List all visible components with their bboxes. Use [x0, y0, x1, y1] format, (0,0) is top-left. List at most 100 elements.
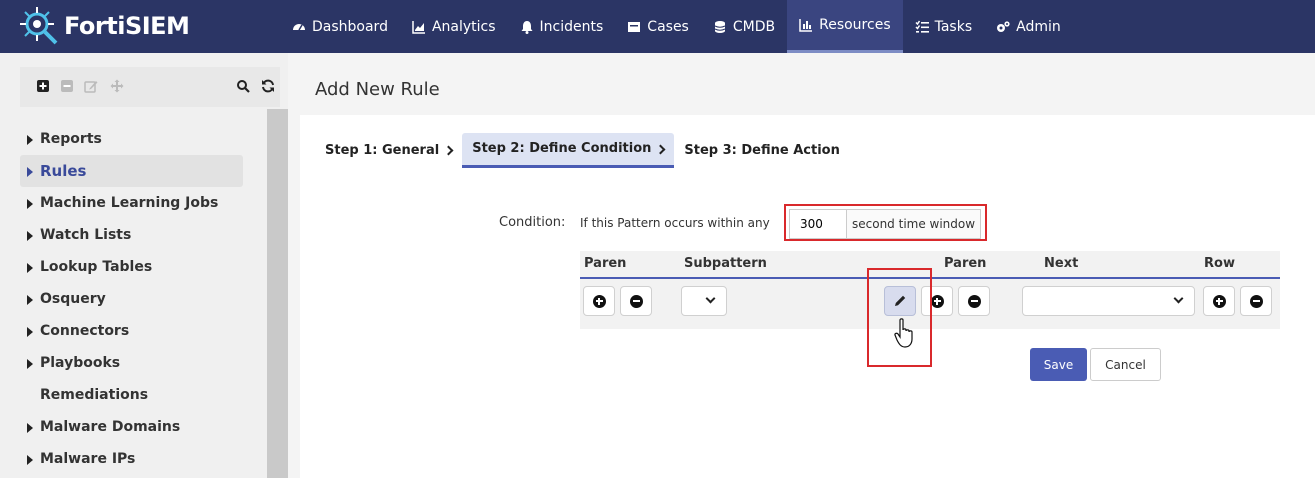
remove-row-button[interactable]: [1240, 286, 1272, 316]
caret-right-icon: [27, 327, 33, 337]
sidebar-item-label: Osquery: [40, 291, 106, 307]
page-header: Add New Rule: [300, 53, 1315, 115]
caret-right-icon: [27, 295, 33, 305]
sidebar-item-label: Watch Lists: [40, 227, 132, 243]
nav-resources[interactable]: Resources: [787, 0, 903, 53]
sidebar-toolbar: [20, 67, 280, 107]
cancel-button[interactable]: Cancel: [1090, 348, 1161, 381]
tasks-icon: [915, 20, 929, 33]
save-button[interactable]: Save: [1030, 348, 1087, 381]
sidebar-item-malware-domains[interactable]: Malware Domains: [20, 411, 243, 443]
subpattern-select[interactable]: [681, 286, 727, 316]
sidebar: Reports Rules Machine Learning Jobs Watc…: [0, 53, 288, 478]
caret-right-icon: [27, 455, 33, 465]
app-name: FortiSIEM: [64, 12, 190, 40]
chevron-down-icon: [705, 293, 716, 304]
step-label: Step 3: Define Action: [684, 142, 840, 158]
caret-right-icon: [27, 167, 33, 177]
refresh-icon[interactable]: [261, 79, 275, 93]
nav-admin[interactable]: Admin: [984, 0, 1073, 53]
minus-circle-icon: [629, 294, 643, 308]
sidebar-item-label: Machine Learning Jobs: [40, 195, 219, 211]
main-nav: Dashboard Analytics Incidents Cases CMDB…: [280, 0, 1073, 53]
caret-right-icon: [27, 359, 33, 369]
chevron-right-icon: [655, 144, 666, 154]
nav-tasks[interactable]: Tasks: [903, 0, 985, 53]
wizard-steps: Step 1: General Step 2: Define Condition…: [315, 133, 850, 169]
sidebar-item-malware-ips[interactable]: Malware IPs: [20, 443, 243, 475]
step-define-condition[interactable]: Step 2: Define Condition: [462, 133, 675, 168]
nav-cases-label: Cases: [647, 18, 689, 35]
plus-circle-icon: [930, 294, 944, 308]
sidebar-item-label: Connectors: [40, 323, 130, 339]
caret-right-icon: [27, 199, 33, 209]
nav-cmdb-label: CMDB: [732, 18, 776, 35]
dashboard-icon: [293, 23, 305, 30]
gears-icon: [997, 20, 1010, 32]
plus-circle-icon: [592, 294, 606, 308]
header-paren-left: Paren: [584, 256, 627, 271]
move-icon[interactable]: [110, 79, 124, 93]
nav-dashboard-label: Dashboard: [312, 18, 388, 35]
minus-circle-icon: [967, 294, 981, 308]
header-paren-right: Paren: [944, 256, 987, 271]
edit-icon[interactable]: [84, 79, 98, 93]
bell-icon: [521, 20, 533, 34]
sidebar-item-watch-lists[interactable]: Watch Lists: [20, 219, 243, 251]
nav-incidents-label: Incidents: [539, 18, 604, 35]
sidebar-item-remediations[interactable]: Remediations: [20, 379, 243, 411]
step-label: Step 2: Define Condition: [472, 141, 652, 156]
app-logo[interactable]: FortiSIEM: [18, 6, 190, 46]
page-title: Add New Rule: [315, 79, 440, 100]
minus-circle-icon: [1249, 294, 1263, 308]
sidebar-scrollbar[interactable]: [267, 109, 288, 478]
folder-icon: [628, 21, 641, 32]
nav-cmdb[interactable]: CMDB: [701, 0, 787, 53]
add-icon[interactable]: [36, 79, 50, 93]
nav-analytics[interactable]: Analytics: [400, 0, 508, 53]
top-navbar: FortiSIEM Dashboard Analytics Incidents …: [0, 0, 1315, 53]
caret-right-icon: [27, 263, 33, 273]
sidebar-item-connectors[interactable]: Connectors: [20, 315, 243, 347]
chevron-down-icon: [1173, 293, 1184, 304]
nav-incidents[interactable]: Incidents: [508, 0, 616, 53]
caret-right-icon: [27, 135, 33, 145]
caret-right-icon: [27, 231, 33, 241]
nav-analytics-label: Analytics: [431, 18, 496, 35]
sidebar-item-lookup-tables[interactable]: Lookup Tables: [20, 251, 243, 283]
add-left-paren-button[interactable]: [583, 286, 615, 316]
condition-label: Condition:: [499, 215, 566, 230]
step-define-action[interactable]: Step 3: Define Action: [674, 133, 849, 168]
plus-circle-icon: [1212, 294, 1226, 308]
nav-resources-label: Resources: [819, 17, 891, 33]
sidebar-item-label: Reports: [40, 131, 102, 147]
nav-tasks-label: Tasks: [934, 18, 973, 35]
add-row-button[interactable]: [1203, 286, 1235, 316]
remove-left-paren-button[interactable]: [620, 286, 652, 316]
step-general[interactable]: Step 1: General: [315, 133, 462, 168]
nav-cases[interactable]: Cases: [615, 0, 701, 53]
sidebar-item-label: Rules: [40, 162, 87, 180]
sidebar-item-osquery[interactable]: Osquery: [20, 283, 243, 315]
fortisiem-logo-icon: [20, 7, 58, 45]
bar-chart-icon: [799, 19, 813, 32]
sidebar-item-machine-learning-jobs[interactable]: Machine Learning Jobs: [20, 187, 243, 219]
sidebar-item-reports[interactable]: Reports: [20, 123, 243, 155]
database-icon: [714, 20, 726, 33]
sidebar-item-label: Malware Domains: [40, 419, 181, 435]
sidebar-item-label: Malware IPs: [40, 451, 136, 467]
remove-right-paren-button[interactable]: [958, 286, 990, 316]
step-label: Step 1: General: [325, 142, 440, 158]
nav-admin-label: Admin: [1016, 18, 1061, 35]
remove-icon[interactable]: [60, 79, 74, 93]
sidebar-item-label: Playbooks: [40, 355, 121, 371]
sidebar-item-playbooks[interactable]: Playbooks: [20, 347, 243, 379]
chart-icon: [412, 20, 425, 34]
hand-cursor-icon: [894, 318, 913, 348]
search-icon[interactable]: [236, 79, 250, 93]
header-next: Next: [1044, 256, 1079, 271]
sidebar-item-rules[interactable]: Rules: [20, 155, 243, 187]
chevron-right-icon: [443, 145, 454, 156]
nav-dashboard[interactable]: Dashboard: [280, 0, 400, 53]
next-operator-select[interactable]: [1022, 286, 1195, 316]
